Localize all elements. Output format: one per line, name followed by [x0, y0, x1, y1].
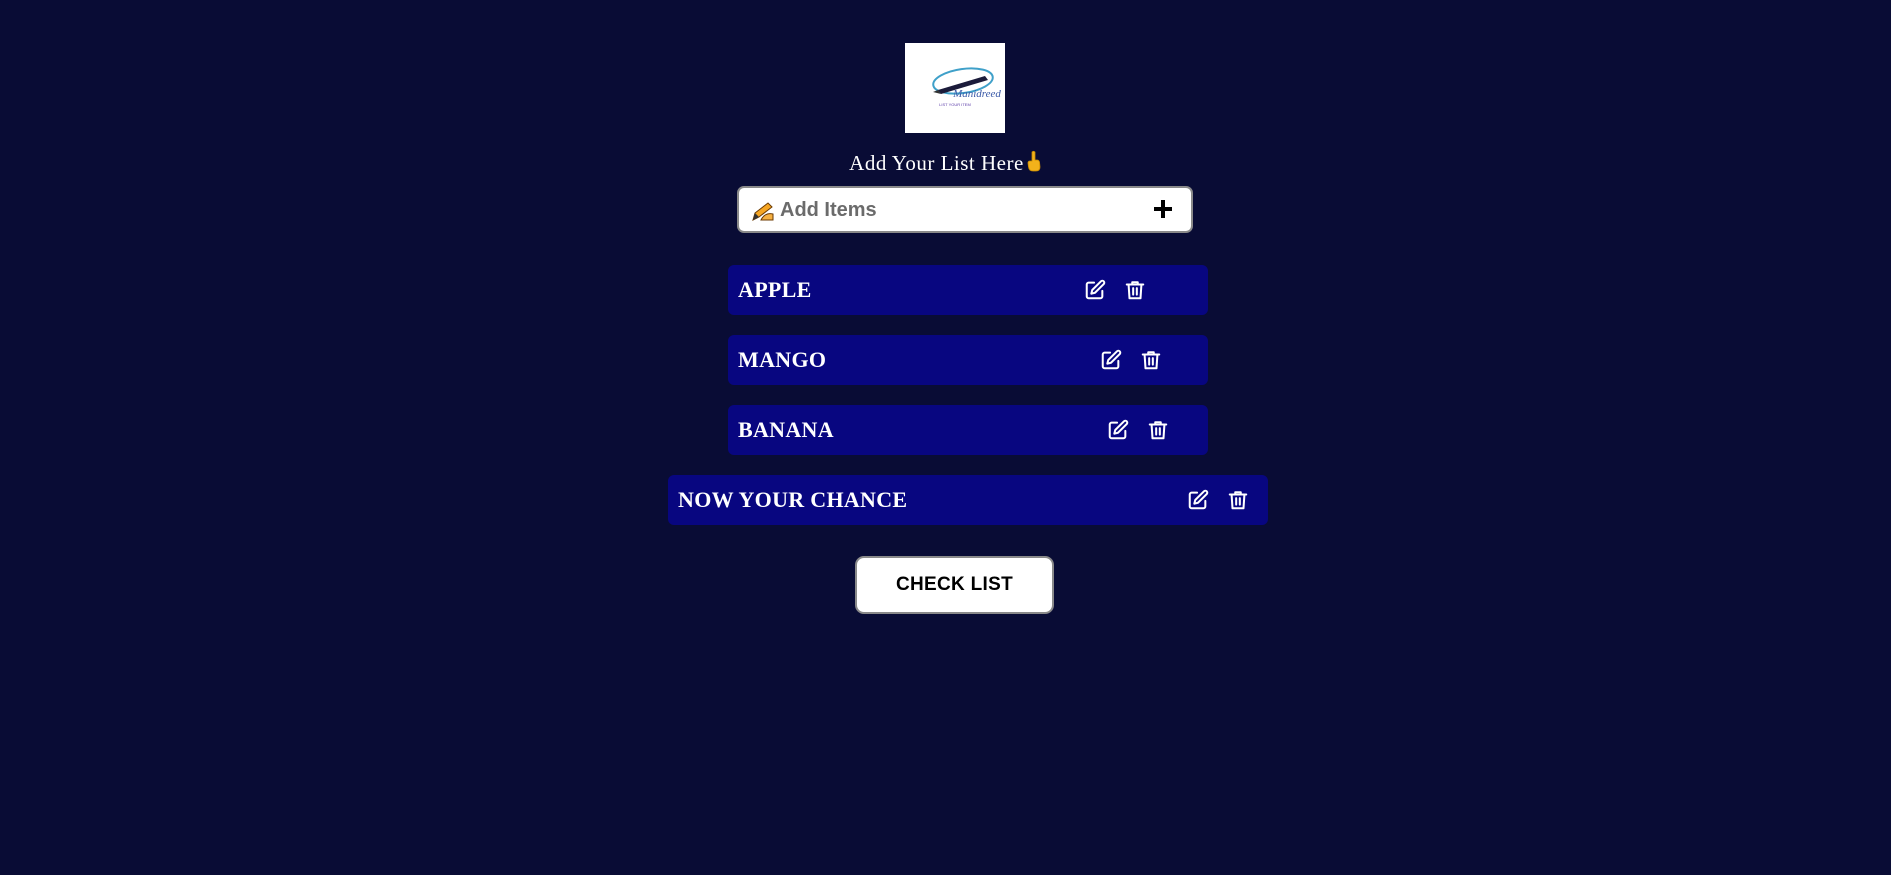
pointing-up-icon — [1026, 150, 1042, 178]
list-item-label: APPLE — [738, 277, 812, 302]
trash-icon[interactable] — [1124, 279, 1146, 301]
page-heading: Add Your List Here — [0, 150, 1891, 178]
list-item: APPLE — [728, 265, 1208, 315]
heading-text: Add Your List Here — [849, 151, 1024, 175]
plus-icon[interactable] — [1152, 198, 1174, 220]
edit-icon[interactable] — [1100, 349, 1122, 371]
logo-brand-text: Manidreed — [952, 88, 1001, 100]
app-logo: Manidreed LIST YOUR ITEM — [905, 43, 1005, 133]
edit-icon[interactable] — [1084, 279, 1106, 301]
list-item: MANGO — [728, 335, 1208, 385]
list-item: BANANA — [728, 405, 1208, 455]
list-item: NOW YOUR CHANCE — [668, 475, 1268, 525]
writing-hand-icon — [751, 200, 775, 222]
logo-tagline: LIST YOUR ITEM — [939, 102, 971, 107]
edit-icon[interactable] — [1187, 489, 1209, 511]
list-item-label: NOW YOUR CHANCE — [678, 487, 908, 512]
edit-icon[interactable] — [1107, 419, 1129, 441]
trash-icon[interactable] — [1227, 489, 1249, 511]
add-item-bar — [737, 186, 1193, 233]
add-items-input[interactable] — [780, 192, 1120, 228]
trash-icon[interactable] — [1147, 419, 1169, 441]
list-item-label: BANANA — [738, 417, 834, 442]
trash-icon[interactable] — [1140, 349, 1162, 371]
list-item-label: MANGO — [738, 347, 827, 372]
check-list-button[interactable]: CHECK LIST — [855, 556, 1054, 614]
